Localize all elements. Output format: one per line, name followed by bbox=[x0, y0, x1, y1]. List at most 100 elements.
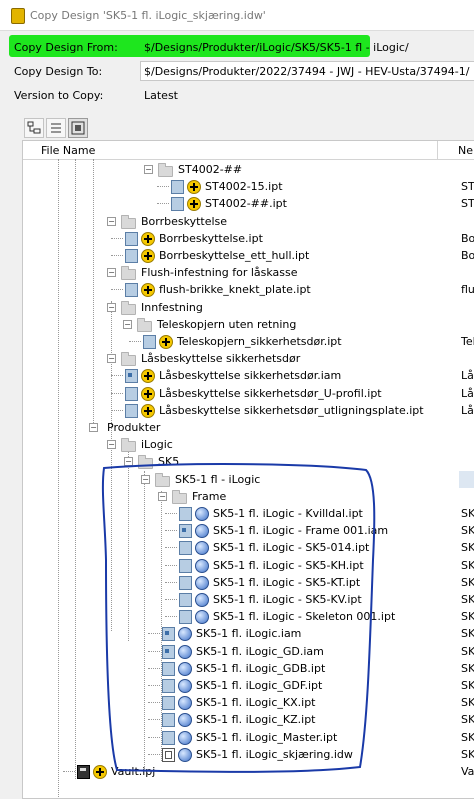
tree-item-second-column: SK5 bbox=[461, 524, 474, 538]
tree-structure-button[interactable] bbox=[24, 118, 44, 138]
globe-status-icon bbox=[178, 696, 192, 711]
tree-item-second-column: Lås bbox=[461, 369, 474, 383]
tree-file-row[interactable]: Låsbeskyttelse sikkerhetsdør_utligningsp… bbox=[23, 402, 474, 419]
tree-file-row[interactable]: Teleskopjern_sikkerhetsdør.ipt Tell bbox=[23, 333, 474, 350]
tree-structure-icon bbox=[27, 121, 41, 134]
collapse-toggle-icon[interactable]: − bbox=[107, 216, 116, 226]
tree-file-row[interactable]: Vault.ipj Vau bbox=[23, 763, 474, 780]
tree-item-label: flush-brikke_knekt_plate.ipt bbox=[159, 283, 311, 297]
collapse-toggle-icon[interactable]: − bbox=[89, 423, 98, 432]
tree-file-row[interactable]: SK5-1 fl. iLogic_KX.ipt SK5 bbox=[23, 694, 474, 711]
column-header-second[interactable]: Ne bbox=[438, 141, 474, 160]
tree-item-label: SK5-1 fl. iLogic - SK5-KV.ipt bbox=[213, 593, 362, 606]
tree-file-row[interactable]: SK5-1 fl. iLogic - Skeleton 001.ipt SK5 bbox=[23, 608, 474, 625]
tree-file-row[interactable]: SK5-1 fl. iLogic - Frame 001.iam SK5 bbox=[23, 522, 474, 539]
tree-folder-row[interactable]: − ST4002-## bbox=[23, 161, 474, 178]
tree-file-row[interactable]: SK5-1 fl. iLogic.iam SK5 bbox=[23, 625, 474, 642]
folder-icon bbox=[137, 317, 152, 332]
tree-item-second-column: SK5 bbox=[461, 593, 474, 606]
folder-icon bbox=[121, 438, 136, 453]
ipt-file-icon bbox=[125, 283, 138, 298]
collapse-toggle-icon[interactable]: − bbox=[107, 354, 116, 364]
tree-folder-row[interactable]: − Låsbeskyttelse sikkerhetsdør bbox=[23, 350, 474, 367]
tree-connector-line bbox=[111, 237, 123, 239]
tree-folder-row[interactable]: − Innfestning bbox=[23, 299, 474, 316]
tree-file-row[interactable]: ST4002-15.ipt ST4 bbox=[23, 178, 474, 195]
globe-status-icon bbox=[195, 575, 209, 590]
tree-file-row[interactable]: SK5-1 fl. iLogic_skjæring.idw SK5 bbox=[23, 746, 474, 763]
add-status-icon bbox=[187, 180, 201, 195]
tree-file-row[interactable]: SK5-1 fl. iLogic_KZ.ipt SK5 bbox=[23, 711, 474, 728]
column-header-file-name[interactable]: File Name bbox=[23, 141, 438, 160]
list-view-button[interactable] bbox=[46, 118, 66, 138]
tree-connector-line bbox=[157, 186, 169, 188]
grid-view-button[interactable] bbox=[68, 118, 88, 138]
tree-item-label: Teleskopjern_sikkerhetsdør.ipt bbox=[177, 335, 342, 348]
copy-to-value: $/Designs/Produkter/2022/37494 - JWJ - H… bbox=[144, 65, 470, 78]
tree-connector-line bbox=[165, 616, 177, 618]
copy-from-value: $/Designs/Produkter/iLogic/SK5/SK5-1 fl … bbox=[144, 41, 409, 54]
collapse-toggle-icon[interactable]: − bbox=[107, 302, 116, 312]
tree-folder-row[interactable]: − Teleskopjern uten retning bbox=[23, 316, 474, 333]
add-status-icon bbox=[141, 231, 155, 246]
tree-connector-line bbox=[111, 409, 123, 411]
tree-item-second-column: SK5 bbox=[461, 713, 474, 727]
tree-folder-row[interactable]: − Flush-infestning for låskasse bbox=[23, 264, 474, 281]
tree-file-row[interactable]: SK5-1 fl. iLogic - SK5-KT.ipt SK5 bbox=[23, 574, 474, 591]
collapse-toggle-icon[interactable]: − bbox=[141, 474, 150, 484]
tree-item-second-column: SK5 bbox=[461, 696, 474, 710]
tree-item-second-column: SK5 bbox=[461, 730, 474, 744]
tree-item-label: Låsbeskyttelse sikkerhetsdør.iam bbox=[159, 369, 342, 383]
tree-file-row[interactable]: Borrbeskyttelse.ipt Bo bbox=[23, 230, 474, 247]
tree-file-row[interactable]: flush-brikke_knekt_plate.ipt flu bbox=[23, 281, 474, 298]
add-status-icon bbox=[93, 765, 107, 779]
tree-file-row[interactable]: SK5-1 fl. iLogic_Master.ipt SK5 bbox=[23, 729, 474, 746]
tree-file-row[interactable]: Låsbeskyttelse sikkerhetsdør.iam Lås bbox=[23, 367, 474, 384]
tree-file-row[interactable]: SK5-1 fl. iLogic - SK5-KH.ipt SK5 bbox=[23, 557, 474, 574]
tree-file-row[interactable]: Låsbeskyttelse sikkerhetsdør_U-profil.ip… bbox=[23, 385, 474, 402]
ipt-file-icon bbox=[179, 558, 192, 573]
tree-file-row[interactable]: SK5-1 fl. iLogic - SK5-KV.ipt SK5 bbox=[23, 591, 474, 608]
tree-item-label: SK5-1 fl. iLogic.iam bbox=[196, 627, 302, 641]
tree-item-label: iLogic bbox=[141, 438, 173, 452]
version-label: Version to Copy: bbox=[14, 89, 104, 102]
tree-item-label: Vault.ipj bbox=[111, 765, 156, 778]
version-value: Latest bbox=[144, 89, 178, 102]
tree-folder-row[interactable]: − Borrbeskyttelse bbox=[23, 213, 474, 230]
tree-item-label: ST4002-##.ipt bbox=[205, 197, 287, 211]
collapse-toggle-icon[interactable]: − bbox=[144, 165, 153, 174]
collapse-toggle-icon[interactable]: − bbox=[107, 440, 116, 450]
ipt-file-icon bbox=[162, 696, 175, 711]
globe-status-icon bbox=[195, 541, 209, 556]
collapse-toggle-icon[interactable]: − bbox=[124, 457, 133, 467]
tree-file-row[interactable]: Borrbeskyttelse_ett_hull.ipt Bo bbox=[23, 247, 474, 264]
tree-item-label: Låsbeskyttelse sikkerhetsdør_utligningsp… bbox=[159, 403, 424, 417]
collapse-toggle-icon[interactable]: − bbox=[158, 491, 167, 501]
tree-connector-line bbox=[165, 547, 177, 549]
folder-icon bbox=[121, 300, 136, 315]
add-status-icon bbox=[159, 335, 173, 349]
globe-status-icon bbox=[195, 558, 209, 573]
tree-folder-row[interactable]: − iLogic bbox=[23, 436, 474, 453]
tree-file-row[interactable]: ST4002-##.ipt ST4 bbox=[23, 195, 474, 212]
tree-file-row[interactable]: SK5-1 fl. iLogic_GD.iam SK5 bbox=[23, 643, 474, 660]
tree-file-row[interactable]: SK5-1 fl. iLogic - SK5-014.ipt SK5 bbox=[23, 539, 474, 556]
iam-file-icon bbox=[162, 627, 175, 642]
title-bar: Copy Design 'SK5-1 fl. iLogic_skjæring.i… bbox=[0, 0, 474, 31]
tree-file-row[interactable]: SK5-1 fl. iLogic - Kvilldal.ipt SK5 bbox=[23, 505, 474, 522]
collapse-toggle-icon[interactable]: − bbox=[123, 319, 132, 329]
tree-folder-row[interactable]: − SK5 bbox=[23, 453, 474, 470]
tree-item-second-column: SK5 bbox=[461, 558, 474, 572]
tree-folder-row[interactable]: − SK5-1 fl - iLogic bbox=[23, 470, 474, 488]
tree-item-label: Låsbeskyttelse sikkerhetsdør_U-profil.ip… bbox=[159, 386, 382, 400]
ipt-file-icon bbox=[125, 249, 138, 263]
tree-connector-line bbox=[129, 341, 141, 342]
tree-connector-line bbox=[111, 255, 123, 256]
collapse-toggle-icon[interactable]: − bbox=[107, 268, 116, 278]
tree-file-row[interactable]: SK5-1 fl. iLogic_GDF.ipt SK5 bbox=[23, 677, 474, 694]
tree-folder-row[interactable]: − Frame bbox=[23, 488, 474, 505]
tree-folder-row[interactable]: − Produkter bbox=[23, 419, 474, 436]
selected-cell bbox=[459, 470, 474, 488]
tree-file-row[interactable]: SK5-1 fl. iLogic_GDB.ipt SK5 bbox=[23, 660, 474, 677]
file-tree-panel[interactable]: File Name Ne −ST4002-##ST4002-15.iptST4S… bbox=[22, 140, 474, 799]
